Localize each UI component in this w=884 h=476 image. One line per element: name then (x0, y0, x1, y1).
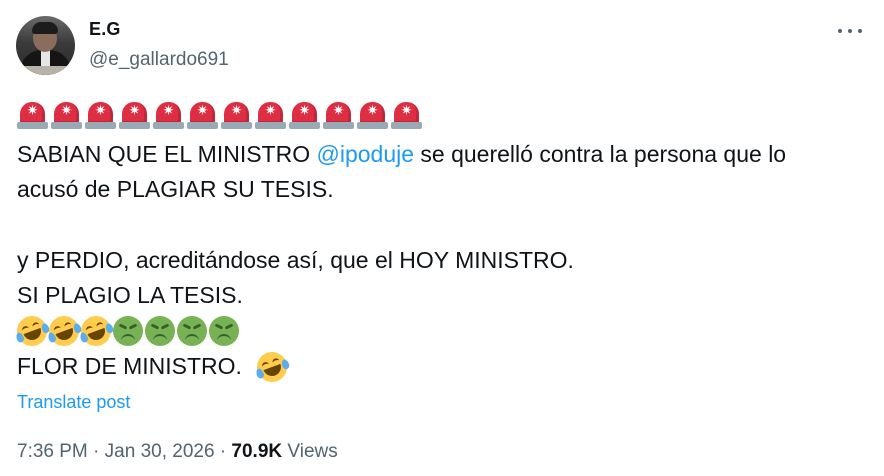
siren-emoji-row (17, 101, 422, 129)
rolling-on-the-floor-laughing-icon (76, 311, 116, 351)
views-label: Views (282, 441, 338, 462)
author-handle[interactable]: @e_gallardo691 (89, 49, 229, 71)
separator: · (87, 441, 105, 462)
police-car-light-icon (357, 101, 388, 129)
tweet-text-line-4: SI PLAGIO LA TESIS. (17, 282, 243, 308)
views-count: 70.9K (231, 441, 283, 462)
tweet-text-line-5: FLOR DE MINISTRO. (17, 353, 242, 379)
translate-post-link[interactable]: Translate post (17, 392, 130, 413)
police-car-light-icon (289, 101, 320, 129)
tweet-text-line-2: acusó de PLAGIAR SU TESIS. (17, 176, 334, 202)
police-car-light-icon (119, 101, 150, 129)
police-car-light-icon (391, 101, 422, 129)
post-date[interactable]: Jan 30, 2026 (105, 441, 215, 462)
police-car-light-icon (153, 101, 184, 129)
post-metadata: 7:36 PM · Jan 30, 2026 · 70.9K Views (17, 441, 338, 463)
police-car-light-icon (221, 101, 252, 129)
mention-link[interactable]: @ipoduje (316, 141, 414, 167)
author-name[interactable]: E.G (89, 19, 121, 40)
police-car-light-icon (255, 101, 286, 129)
more-options-icon[interactable] (838, 26, 866, 36)
tweet-text-line-1: SABIAN QUE EL MINISTRO @ipoduje se quere… (17, 140, 786, 168)
post-time[interactable]: 7:36 PM (17, 441, 88, 462)
tweet-card: E.G @e_gallardo691 SABIAN QUE EL MINISTR… (0, 0, 884, 476)
police-car-light-icon (187, 101, 218, 129)
nauseated-face-icon (145, 316, 175, 346)
nauseated-face-icon (113, 316, 143, 346)
tweet-text: se querelló contra la persona que lo (414, 141, 787, 167)
police-car-light-icon (51, 101, 82, 129)
rolling-on-the-floor-laughing-icon (252, 347, 292, 387)
police-car-light-icon (17, 101, 48, 129)
reaction-emoji-row (12, 311, 239, 351)
nauseated-face-icon (209, 316, 239, 346)
rolling-on-the-floor-laughing-icon (12, 311, 52, 351)
separator: · (214, 441, 232, 462)
avatar[interactable] (16, 16, 75, 75)
police-car-light-icon (85, 101, 116, 129)
tweet-text: SABIAN QUE EL MINISTRO (17, 141, 317, 167)
nauseated-face-icon (177, 316, 207, 346)
police-car-light-icon (323, 101, 354, 129)
rolling-on-the-floor-laughing-icon (44, 311, 84, 351)
tweet-text-line-3: y PERDIO, acreditándose así, que el HOY … (17, 247, 574, 273)
